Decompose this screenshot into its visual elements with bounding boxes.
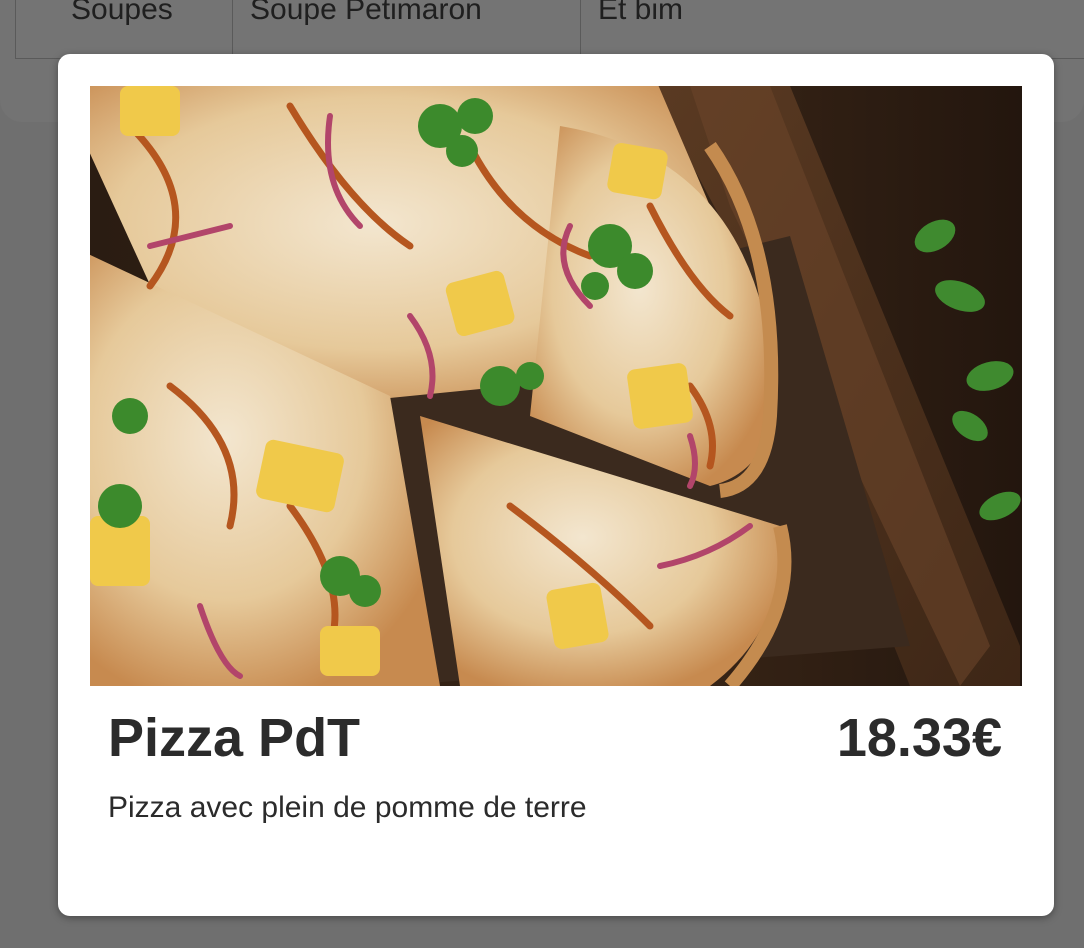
- product-description: Pizza avec plein de pomme de terre: [108, 791, 587, 824]
- product-image: [90, 86, 1022, 686]
- product-price: 18.33€: [836, 708, 1002, 768]
- pizza-image: [90, 86, 1022, 686]
- product-title: Pizza PdT: [108, 708, 361, 768]
- product-modal: Pizza PdT 18.33€ Pizza avec plein de pom…: [58, 54, 1054, 916]
